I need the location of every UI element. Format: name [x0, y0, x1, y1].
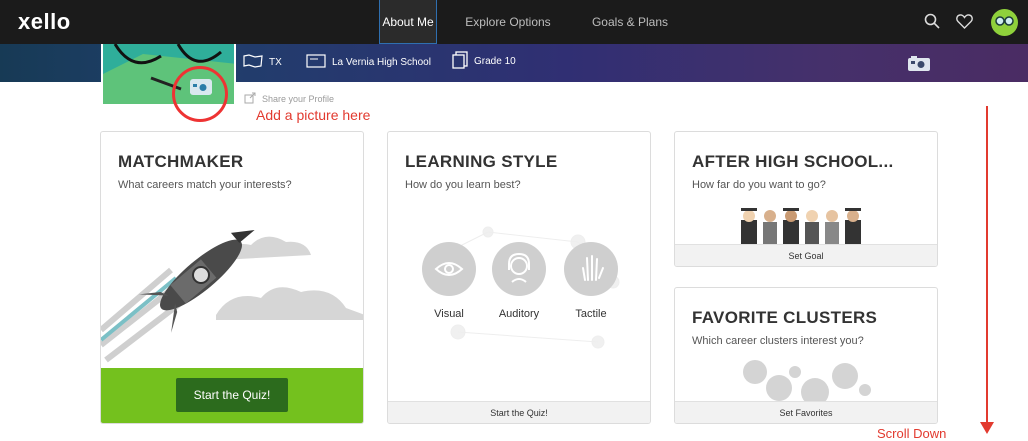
avatar[interactable] [991, 9, 1018, 41]
tab-explore-options[interactable]: Explore Options [458, 0, 558, 44]
share-profile-link[interactable]: Share your Profile [244, 92, 334, 106]
school-icon [306, 54, 326, 71]
share-profile-label: Share your Profile [262, 94, 335, 104]
learning-style-title: LEARNING STYLE [405, 152, 558, 171]
visual-label: Visual [434, 308, 464, 320]
heart-icon[interactable] [956, 14, 973, 34]
learning-style-card[interactable]: LEARNING STYLE How do you learn best? Vi… [387, 131, 651, 424]
state-info: TX [243, 54, 282, 71]
share-icon [244, 92, 256, 106]
school-label: La Vernia High School [332, 57, 431, 68]
top-nav: xello About Me Explore Options Goals & P… [0, 0, 1028, 44]
matchmaker-card[interactable]: MATCHMAKER What careers match your inter… [100, 131, 364, 424]
matchmaker-footer: Start the Quiz! [101, 368, 363, 423]
school-info: La Vernia High School [306, 54, 431, 71]
matchmaker-title: MATCHMAKER [118, 152, 244, 171]
map-icon [243, 54, 263, 71]
search-icon[interactable] [924, 13, 940, 34]
tab-goals-plans[interactable]: Goals & Plans [585, 0, 675, 44]
rocket-illustration [101, 200, 363, 375]
scroll-arrow-head [980, 422, 994, 434]
auditory-style-icon[interactable] [492, 242, 546, 296]
matchmaker-subtitle: What careers match your interests? [118, 179, 292, 191]
start-quiz-button[interactable]: Start the Quiz! [176, 378, 288, 412]
scroll-down-annotation: Scroll Down [877, 426, 947, 441]
after-high-school-title: AFTER HIGH SCHOOL... [692, 152, 894, 171]
state-label: TX [269, 57, 282, 68]
tactile-style-icon[interactable] [564, 242, 618, 296]
grade-icon [452, 51, 468, 72]
scroll-arrow-line [986, 106, 988, 424]
favorite-clusters-card[interactable]: FAVORITE CLUSTERS Which career clusters … [674, 287, 938, 424]
grade-info: Grade 10 [452, 51, 516, 72]
after-high-school-card[interactable]: AFTER HIGH SCHOOL... How far do you want… [674, 131, 938, 267]
tactile-label: Tactile [575, 308, 607, 320]
visual-style-icon[interactable] [422, 242, 476, 296]
learning-style-subtitle: How do you learn best? [405, 179, 521, 191]
add-picture-annotation: Add a picture here [256, 107, 371, 123]
grade-label: Grade 10 [474, 56, 516, 67]
favorite-clusters-title: FAVORITE CLUSTERS [692, 308, 878, 327]
learning-style-quiz-link[interactable]: Start the Quiz! [388, 401, 650, 423]
xello-logo[interactable]: xello [18, 9, 71, 35]
favorite-clusters-subtitle: Which career clusters interest you? [692, 335, 864, 347]
highlight-circle [172, 66, 228, 122]
tab-about-me[interactable]: About Me [379, 0, 437, 44]
set-goal-link[interactable]: Set Goal [675, 244, 937, 266]
after-high-school-subtitle: How far do you want to go? [692, 179, 826, 191]
auditory-label: Auditory [498, 308, 540, 320]
set-favorites-link[interactable]: Set Favorites [675, 401, 937, 423]
banner-camera-icon[interactable] [908, 56, 930, 77]
